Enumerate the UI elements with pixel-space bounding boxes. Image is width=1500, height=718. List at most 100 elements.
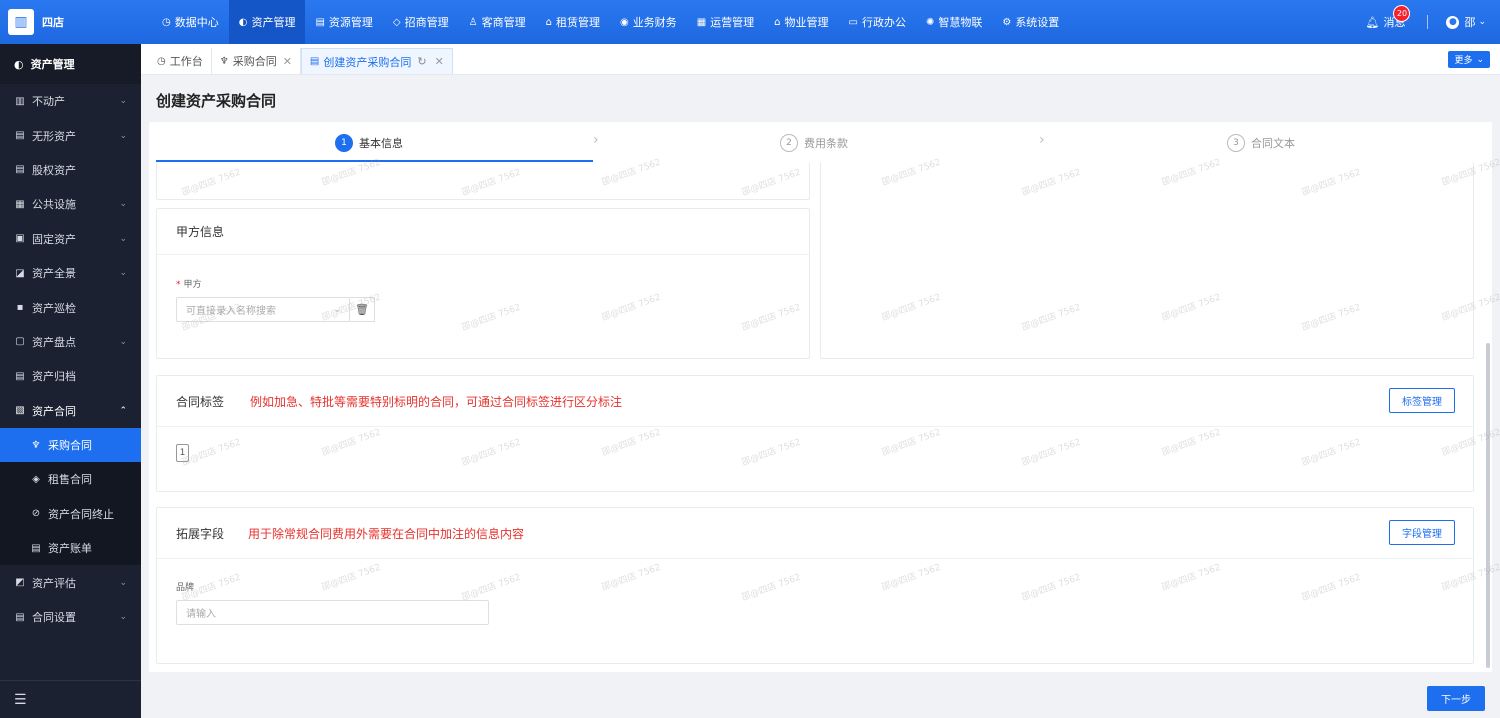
topnav-finance[interactable]: ◉ 业务财务 (610, 0, 687, 44)
contract-tag[interactable]: 1 (176, 444, 189, 462)
page-title: 创建资产采购合同 (156, 92, 277, 110)
building-icon: ▤ (315, 16, 325, 28)
brand-input[interactable]: 请输入 (176, 600, 489, 625)
app-logo[interactable]: ▥ (8, 9, 34, 35)
step-number: 1 (335, 134, 353, 152)
sidebar-collapse-button[interactable]: ☰ (0, 680, 141, 718)
party-a-header: 甲方信息 (157, 209, 809, 255)
delete-party-a-button[interactable]: 🗑 (350, 297, 375, 322)
sidebar-item-asset-panorama[interactable]: ◪ 资产全景 ⌄ (0, 256, 141, 290)
grid-icon: ▪ (16, 302, 24, 314)
sidebar-item-label: 采购合同 (48, 439, 92, 453)
divider (1427, 15, 1429, 29)
chevron-down-icon: ⌄ (119, 612, 127, 623)
topnav-label: 资源管理 (328, 16, 373, 29)
scrollbar[interactable] (1486, 343, 1490, 668)
step-label: 费用条款 (804, 137, 848, 150)
sidebar-item-asset-inspection[interactable]: ▪ 资产巡检 (0, 290, 141, 324)
topnav-investment[interactable]: ◇ 招商管理 (383, 0, 459, 44)
sidebar-item-equity[interactable]: ▤ 股权资产 (0, 153, 141, 187)
tab-purchase-contract[interactable]: ♆ 采购合同 ✕ (212, 48, 301, 74)
top-navbar: ▥ 四店 ◷ 数据中心 ◐ 资产管理 ▤ 资源管理 ◇ 招商管理 ♙ 客商管理 ⌂ 租赁管理… (0, 0, 1500, 44)
sidebar-item-asset-inventory[interactable]: ▢ 资产盘点 ⌄ (0, 325, 141, 359)
messages-button[interactable]: 🔔︎ 消息 20 (1365, 5, 1411, 30)
chart-icon: ◪ (15, 267, 25, 279)
extension-fields-hint: 用于除常规合同费用外需要在合同中加注的信息内容 (248, 526, 525, 541)
stop-icon: ⊘ (31, 508, 41, 520)
sidebar-item-asset-contract[interactable]: ▧ 资产合同 ⌃ (0, 394, 141, 428)
topnav-label: 招商管理 (404, 16, 449, 29)
sidebar-item-public-facilities[interactable]: ▦ 公共设施 ⌄ (0, 187, 141, 221)
avatar: ● (1446, 15, 1460, 29)
more-tabs-button[interactable]: 更多 ⌄ (1448, 51, 1490, 68)
chevron-down-icon: ⌄ (119, 96, 127, 107)
topnav-operations[interactable]: ▦ 运营管理 (687, 0, 764, 44)
chevron-down-icon: ⌄ (119, 336, 127, 347)
contract-tags-card: 合同标签 例如加急、特批等需要特别标明的合同，可通过合同标签进行区分标注 标签管… (156, 375, 1474, 492)
step-contract-text[interactable]: 3 合同文本 (1227, 134, 1295, 152)
topnav-property[interactable]: ⌂ 物业管理 (764, 0, 838, 44)
extension-fields-title: 拓展字段 (176, 526, 225, 541)
sidebar-item-label: 资产全景 (32, 267, 76, 281)
topnav-label: 行政办公 (861, 16, 906, 29)
sidebar-subitem-contract-termination[interactable]: ⊘ 资产合同终止 (0, 496, 141, 532)
building-icon: ▥ (14, 14, 28, 30)
sidebar-subitem-asset-bill[interactable]: ▤ 资产账单 (0, 531, 141, 566)
party-a-card: 甲方信息 * 甲方 可直接录入名称搜索 ⌄ 🗑 (156, 208, 810, 359)
top-right-area: 🔔︎ 消息 20 ● 邵 ⌄ (1365, 0, 1500, 44)
tab-create-purchase-contract[interactable]: ▤ 创建资产采购合同 ↻ ✕ (300, 48, 453, 74)
sidebar-item-real-estate[interactable]: ▥ 不动产 ⌄ (0, 84, 141, 118)
topnav-label: 运营管理 (710, 16, 755, 29)
topnav-iot[interactable]: ✺ 智慧物联 (916, 0, 992, 44)
close-icon[interactable]: ✕ (435, 55, 444, 68)
step-fee-terms[interactable]: 2 费用条款 (780, 134, 848, 152)
sidebar-item-intangible[interactable]: ▤ 无形资产 ⌄ (0, 118, 141, 152)
topnav-resource-management[interactable]: ▤ 资源管理 (305, 0, 382, 44)
field-management-button[interactable]: 字段管理 (1389, 520, 1455, 545)
party-a-select[interactable]: 可直接录入名称搜索 ⌄ (176, 297, 350, 322)
step-basic-info[interactable]: 1 基本信息 (335, 134, 403, 152)
sidebar-item-label: 资产合同终止 (48, 507, 114, 521)
chevron-down-icon: ⌄ (119, 577, 127, 588)
sidebar-item-label: 股权资产 (32, 163, 76, 177)
sidebar-item-fixed-assets[interactable]: ▣ 固定资产 ⌄ (0, 222, 141, 256)
sidebar-item-asset-evaluation[interactable]: ◩ 资产评估 ⌄ (0, 565, 141, 599)
topnav-data-center[interactable]: ◷ 数据中心 (152, 0, 229, 44)
topnav-system-settings[interactable]: ⚙ 系统设置 (992, 0, 1069, 44)
sidebar-item-asset-archive[interactable]: ▤ 资产归档 (0, 359, 141, 393)
refresh-icon[interactable]: ↻ (417, 55, 426, 68)
close-icon[interactable]: ✕ (283, 55, 292, 68)
topnav-label: 智慧物联 (938, 16, 983, 29)
steps-bar: 1 基本信息 › 2 费用条款 › 3 合同文本 (156, 122, 1492, 162)
chevron-down-icon: ⌄ (333, 304, 341, 315)
topnav-admin-office[interactable]: ▭ 行政办公 (839, 0, 916, 44)
trash-icon: 🗑 (355, 303, 369, 316)
topnav-label: 数据中心 (174, 16, 219, 29)
tab-label: 创建资产采购合同 (323, 55, 412, 69)
topnav-leasing[interactable]: ⌂ 租赁管理 (536, 0, 610, 44)
handshake-icon: ◈ (32, 473, 40, 485)
sidebar-subitem-purchase-contract[interactable]: ♆ 采购合同 (0, 427, 141, 463)
step-number: 3 (1227, 134, 1245, 152)
sidebar: ◐ 资产管理 ▥ 不动产 ⌄ ▤ 无形资产 ⌄ ▤ 股权资产 ▦ 公共设施 ⌄ ▣ 固定资产 ⌄ ◪… (0, 44, 141, 718)
settings-doc-icon: ▤ (15, 611, 25, 623)
step-number: 2 (780, 134, 798, 152)
sidebar-item-label: 不动产 (32, 95, 65, 109)
dashboard-icon: ◷ (157, 55, 166, 67)
cube-icon: ◐ (14, 57, 24, 71)
topnav-merchant[interactable]: ♙ 客商管理 (459, 0, 536, 44)
topnav-asset-management[interactable]: ◐ 资产管理 (228, 0, 306, 44)
tag-icon: ◇ (392, 16, 401, 28)
bell-icon: 🔔︎ (1365, 15, 1380, 29)
chevron-down-icon: ⌄ (119, 130, 127, 141)
sidebar-item-contract-settings[interactable]: ▤ 合同设置 ⌄ (0, 600, 141, 634)
topnav-label: 资产管理 (251, 16, 296, 29)
more-button-label: 更多 (1454, 56, 1473, 66)
required-mark: * (176, 280, 181, 290)
user-menu[interactable]: ● 邵 ⌄ (1446, 14, 1486, 30)
tag-management-button[interactable]: 标签管理 (1389, 388, 1455, 413)
tab-workbench[interactable]: ◷ 工作台 (149, 48, 212, 74)
sidebar-item-label: 资产评估 (32, 576, 76, 590)
next-step-button[interactable]: 下一步 (1427, 686, 1485, 711)
sidebar-subitem-lease-contract[interactable]: ◈ 租售合同 (0, 462, 141, 497)
